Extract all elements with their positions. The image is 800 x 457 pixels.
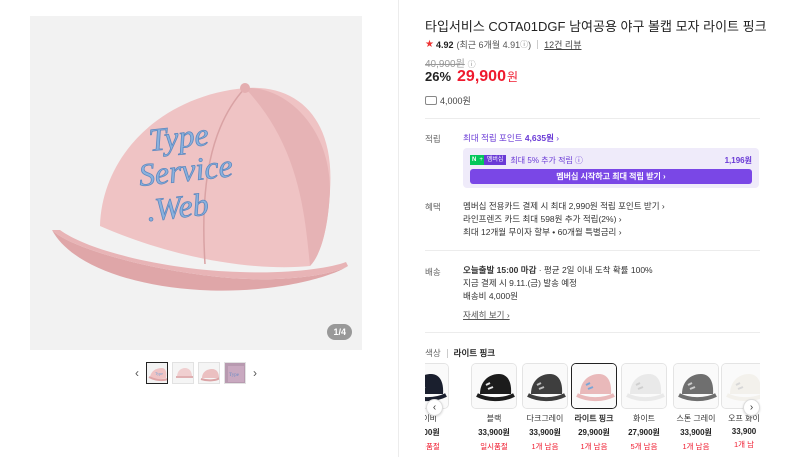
membership-info-row: N + 멤버십 최대 5% 추가 적립 ⓘ 1,196원: [470, 154, 752, 166]
benefit-line-3[interactable]: 최대 12개월 무이자 할부 • 60개월 특별금리 ›: [463, 226, 622, 239]
thumbnail-1[interactable]: Type: [146, 362, 168, 384]
color-option-name: 화이트: [632, 414, 656, 423]
delivery-fee-text: 4,000원: [440, 96, 471, 106]
thumbnail-strip: ‹ Type Type ›: [130, 361, 262, 385]
delivery-line-1: 오늘출발 15:00 마감 · 평균 2일 이내 도착 확률 100%: [463, 264, 653, 277]
thumb-prev-button[interactable]: ‹: [130, 362, 144, 384]
sale-price-unit: 원: [506, 70, 519, 84]
color-option-image: [673, 363, 719, 409]
color-option-name: 다크그레이: [526, 414, 564, 423]
membership-badge-label: 멤버십: [483, 155, 507, 165]
color-option-image: [571, 363, 617, 409]
color-option-stock: 일시품절: [480, 442, 508, 451]
color-option-price: 27,900원: [628, 428, 660, 437]
color-option[interactable]: 블랙 33,900원일시품절: [471, 363, 517, 452]
discount-rate: 26%: [425, 69, 452, 84]
thumbnail-4[interactable]: Type: [224, 362, 246, 384]
section-divider: [425, 332, 760, 333]
benefit-line-1[interactable]: 멤버십 전용카드 결제 시 최대 2,990원 적립 포인트 받기 ›: [463, 200, 665, 213]
color-option-stock: 1개 남음: [580, 442, 608, 451]
membership-box: N + 멤버십 최대 5% 추가 적립 ⓘ 1,196원 멤버십 시작하고 최대…: [463, 148, 759, 188]
membership-badge: N + 멤버십: [470, 155, 507, 165]
today-shipping-deadline: 오늘출발 15:00 마감: [463, 265, 537, 275]
color-option-name: 블랙: [486, 414, 502, 423]
membership-info-icon[interactable]: ⓘ: [575, 155, 583, 166]
color-option-name: 라이트 핑크: [574, 414, 614, 423]
color-option-price: 33,900원: [680, 428, 712, 437]
benefit-line-2[interactable]: 라인프렌즈 카드 최대 598원 추가 적립(2%) ›: [463, 213, 622, 226]
truck-icon: [425, 96, 437, 105]
benefits-label: 혜택: [425, 202, 441, 212]
main-product-image[interactable]: Type Service .Web 1/4: [30, 16, 362, 350]
max-points-prefix: 최대 적립 포인트: [463, 133, 525, 143]
max-points-amount: 4,635원: [524, 133, 554, 143]
product-title: 타입서비스 COTA01DGF 남여공용 야구 볼캡 모자 라이트 핑크: [425, 19, 767, 34]
delivery-detail-link[interactable]: 자세히 보기 ›: [463, 309, 510, 321]
divider: [537, 40, 539, 49]
swatch-next-button[interactable]: ›: [743, 399, 760, 416]
color-option-image: [471, 363, 517, 409]
color-option-image: [522, 363, 568, 409]
section-divider: [425, 250, 760, 251]
cap-text-line-3: .Web: [145, 186, 210, 228]
rating-recent: (최근 6개월 4.91: [456, 40, 521, 50]
color-option-image: [621, 363, 667, 409]
color-option-stock: 5개 남음: [630, 442, 658, 451]
cap-illustration: Type Service .Web: [30, 16, 362, 350]
review-count-link[interactable]: 12건 리뷰: [544, 38, 581, 51]
color-option-stock: 일시품절: [425, 442, 440, 451]
thumbnail-3[interactable]: [198, 362, 220, 384]
points-label: 적립: [425, 134, 441, 144]
delivery-line-3: 배송비 4,000원: [463, 291, 518, 301]
color-option-stock: 1개 남음: [682, 442, 710, 451]
color-option-name: 스톤 그레이: [676, 414, 716, 423]
sale-price: 29,900: [457, 68, 506, 85]
thumb-next-button[interactable]: ›: [248, 362, 262, 384]
delivery-fee-row: 4,000원: [425, 94, 471, 107]
color-option[interactable]: 스톤 그레이 33,900원 1개 남음: [673, 363, 719, 452]
color-row: 색상 라이트 핑크: [425, 347, 495, 359]
rating-score: 4.92: [435, 39, 454, 50]
membership-amount: 1,196원: [724, 155, 752, 165]
arrival-probability: · 평균 2일 이내 도착 확률 100%: [536, 265, 653, 275]
color-option-price: 33,900원: [529, 428, 561, 437]
delivery-label: 배송: [425, 267, 441, 277]
image-counter: 1/4: [327, 324, 352, 340]
rating-recent-close: ): [528, 39, 532, 50]
max-points-link[interactable]: 최대 적립 포인트 4,635원 ›: [463, 132, 559, 144]
color-option-stock: 1개 남: [733, 440, 755, 449]
selected-color: 라이트 핑크: [453, 348, 496, 358]
color-option-stock: 1개 남음: [531, 442, 559, 451]
naver-n-icon: N: [470, 155, 479, 165]
star-icon: ★: [425, 39, 434, 50]
sale-price-row: 26% 29,900 원: [425, 68, 518, 86]
color-option-price: 29,900원: [578, 428, 610, 437]
svg-text:Type: Type: [155, 371, 163, 376]
column-divider: [398, 0, 399, 457]
swatch-prev-button[interactable]: ‹: [426, 399, 443, 416]
membership-start-button[interactable]: 멤버십 시작하고 최대 적립 받기 ›: [470, 169, 752, 184]
color-option-price: 3,900원: [425, 428, 440, 437]
section-divider: [425, 118, 760, 119]
color-option-price: 33,900원: [478, 428, 510, 437]
color-label: 색상: [425, 348, 441, 358]
color-option[interactable]: 다크그레이 33,900원 1개 남음: [522, 363, 568, 452]
color-option[interactable]: 화이트 27,900원 5개 남음: [621, 363, 667, 452]
membership-text: 최대 5% 추가 적립: [510, 155, 573, 165]
delivery-line-2: 지금 결제 시 9.11.(금) 발송 예정: [463, 278, 577, 288]
color-option[interactable]: 라이트 핑크 29,900원 1개 남음: [571, 363, 617, 452]
rating-row: ★ 4.92 (최근 6개월 4.91 ⓘ ) 12건 리뷰: [425, 38, 582, 51]
info-icon[interactable]: ⓘ: [520, 39, 528, 50]
thumbnail-2[interactable]: [172, 362, 194, 384]
color-options: 네이비3,900원일시품절블랙33,900원일시품절다크그레이33,900원1개…: [425, 363, 760, 457]
chevron-right-icon: ›: [553, 133, 560, 143]
svg-text:Type: Type: [229, 373, 240, 378]
color-option-price: 33,900: [731, 427, 757, 436]
divider: [446, 348, 448, 358]
